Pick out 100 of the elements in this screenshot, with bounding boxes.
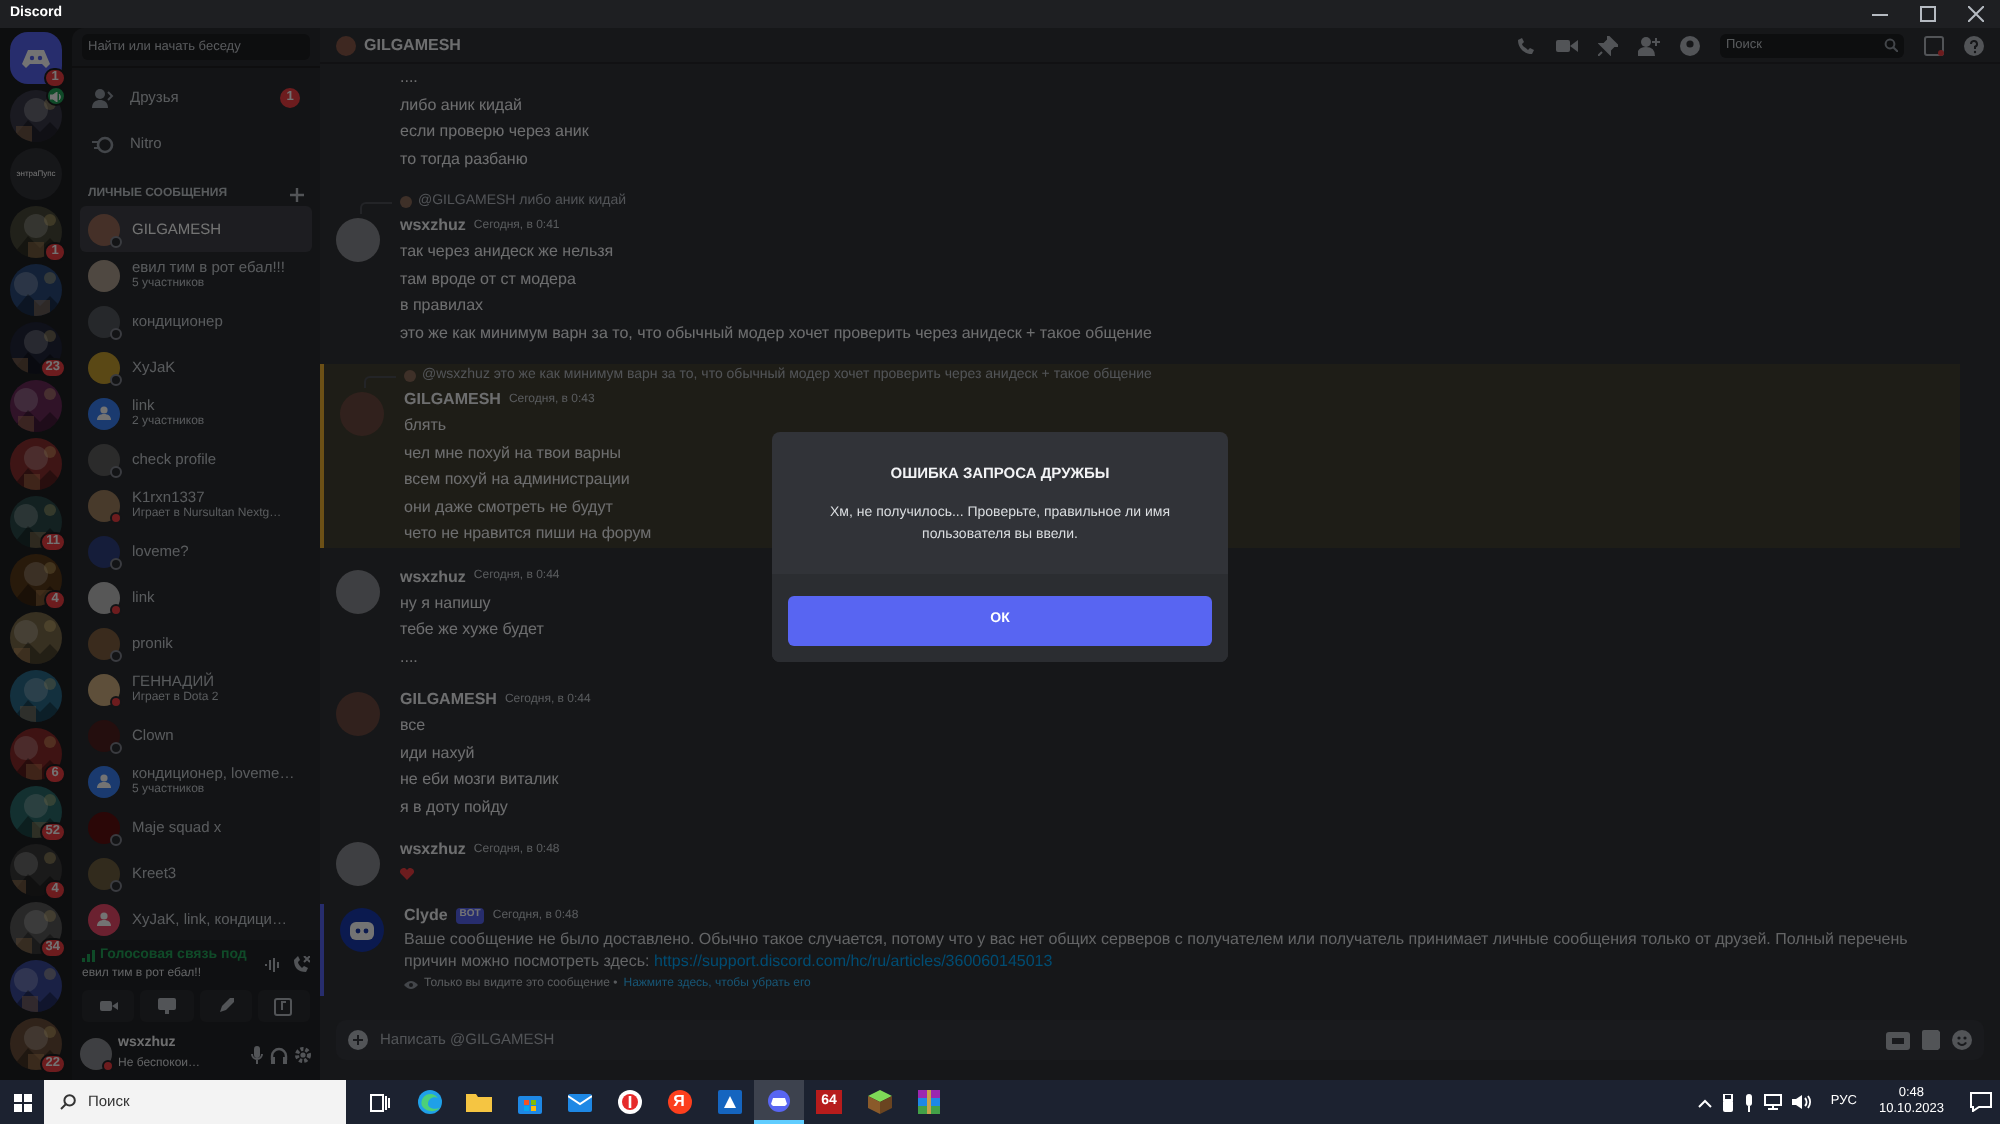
server-icon[interactable]	[10, 612, 62, 664]
message-text: иди нахуй	[400, 741, 475, 766]
server-icon[interactable]	[10, 438, 62, 490]
message-text: то тогда разбаню	[400, 147, 528, 172]
notification-icon[interactable]	[1970, 1092, 1992, 1112]
chat-title: GILGAMESH	[364, 33, 461, 57]
soundboard-button[interactable]	[257, 990, 310, 1022]
message-text: не еби мозги виталик	[400, 768, 559, 792]
message-text: ....	[400, 645, 418, 669]
message-text: это же как минимум варн за то, что обычный модер хочет проверить через анидеск + такое общение	[400, 321, 1152, 346]
avatar	[336, 569, 380, 613]
search-icon	[60, 1094, 76, 1110]
avatar	[400, 196, 412, 208]
settings-icon[interactable]	[294, 1045, 312, 1063]
friends-icon	[92, 88, 114, 108]
avatar	[88, 903, 120, 935]
heart-icon	[400, 868, 414, 880]
maximize-icon	[1920, 6, 1936, 22]
phone-icon[interactable]	[1516, 35, 1536, 55]
server-icon[interactable]	[10, 380, 62, 432]
message-text: так через анидеск же нельзя	[400, 240, 614, 264]
avatar	[336, 842, 380, 886]
archive-icon	[918, 1090, 940, 1114]
microphone-icon[interactable]	[1744, 1093, 1755, 1111]
message-text: блять	[404, 414, 447, 438]
taskbar-app[interactable]	[754, 1080, 804, 1124]
eye-icon	[404, 979, 418, 989]
pin-icon[interactable]	[1598, 35, 1618, 55]
store-icon	[517, 1091, 541, 1113]
controller-icon	[22, 48, 50, 68]
headphones-icon[interactable]	[270, 1045, 288, 1063]
usb-icon[interactable]	[1722, 1093, 1735, 1111]
server-icon[interactable]	[10, 670, 62, 722]
speaker-icon	[46, 86, 66, 106]
windows-icon	[13, 1093, 31, 1111]
signal-icon	[82, 949, 96, 962]
emoji-icon[interactable]	[1952, 1030, 1972, 1050]
avatar	[88, 259, 120, 291]
controller-icon	[766, 1089, 792, 1111]
screen-share-button[interactable]	[140, 990, 193, 1022]
server-icon[interactable]	[10, 90, 62, 142]
avatar	[88, 397, 120, 429]
inbox-icon[interactable]	[1924, 35, 1944, 55]
message-text: Ваше сообщение не было доставлено. Обычно такое случается, потому что у вас нет общих серверов с получателем или получатель принимает личные сообщения только от друзей. Полный перечень причин можно посмотреть здесь: https://support.discord.com/hc/ru/articles/360060145013	[404, 928, 1910, 972]
message-text: либо аник кидай	[400, 93, 523, 118]
message-text: ....	[400, 66, 418, 90]
plus-icon[interactable]	[348, 1030, 368, 1050]
message-text: я в доту пойду	[400, 795, 508, 820]
avatar	[336, 35, 356, 55]
message-text: чел мне похуй на твои варны	[404, 441, 621, 466]
message-text: если проверю через аник	[400, 120, 589, 144]
support-link[interactable]: https://support.discord.com/hc/ru/articles/360060145013	[653, 952, 1053, 970]
message-text: все	[400, 714, 426, 738]
plus-icon[interactable]	[290, 187, 304, 201]
browser-icon	[617, 1090, 641, 1114]
task-view-icon	[369, 1093, 389, 1111]
author-name[interactable]: GILGAMESH	[404, 388, 501, 412]
message-text: они даже смотреть не будут	[404, 495, 613, 520]
avatar	[404, 370, 416, 382]
avatar	[336, 218, 380, 262]
add-friend-icon[interactable]	[1638, 35, 1660, 55]
help-icon[interactable]	[1964, 35, 1984, 55]
video-icon[interactable]	[1556, 37, 1578, 53]
folder-icon	[466, 1092, 492, 1112]
message-text: всем похуй на администрации	[404, 468, 630, 492]
status-icon	[102, 1060, 114, 1072]
activity-button[interactable]	[199, 990, 252, 1022]
app-icon	[717, 1090, 741, 1114]
message-text: чето не нравится пиши на форум	[404, 522, 652, 546]
browser-icon	[417, 1090, 441, 1114]
monitor-icon	[157, 998, 176, 1014]
author-name[interactable]: wsxzhuz	[400, 565, 466, 589]
network-icon[interactable]	[1764, 1094, 1783, 1110]
author-name[interactable]: wsxzhuz	[400, 214, 466, 238]
message-text: там вроде от ст модера	[400, 267, 576, 292]
camera-icon	[99, 1000, 118, 1012]
close-icon	[1968, 6, 1984, 22]
volume-icon[interactable]	[1792, 1094, 1813, 1110]
chevron-up-icon[interactable]	[1698, 1097, 1713, 1107]
nitro-icon	[92, 135, 114, 153]
taskbar-app[interactable]: Я	[654, 1080, 704, 1124]
message-text: в правилах	[400, 294, 484, 318]
server-icon[interactable]	[10, 960, 62, 1012]
search-icon	[1884, 38, 1898, 52]
disconnect-icon[interactable]	[292, 955, 310, 974]
noise-suppression-icon[interactable]	[264, 957, 282, 972]
author-name[interactable]: Clyde	[404, 904, 448, 928]
server-icon[interactable]	[10, 264, 62, 316]
author-name[interactable]: GILGAMESH	[400, 688, 497, 712]
mail-icon	[567, 1093, 591, 1111]
avatar	[88, 765, 120, 797]
author-name[interactable]: wsxzhuz	[400, 838, 466, 862]
avatar[interactable]	[80, 1038, 112, 1070]
message-text: тебе же хуже будет	[400, 618, 544, 642]
avatar	[340, 908, 384, 952]
cube-icon	[867, 1090, 891, 1114]
camera-button[interactable]	[82, 990, 135, 1022]
avatar	[336, 692, 380, 736]
profile-icon[interactable]	[1680, 35, 1700, 55]
message-text: ну я напишу	[400, 591, 491, 616]
